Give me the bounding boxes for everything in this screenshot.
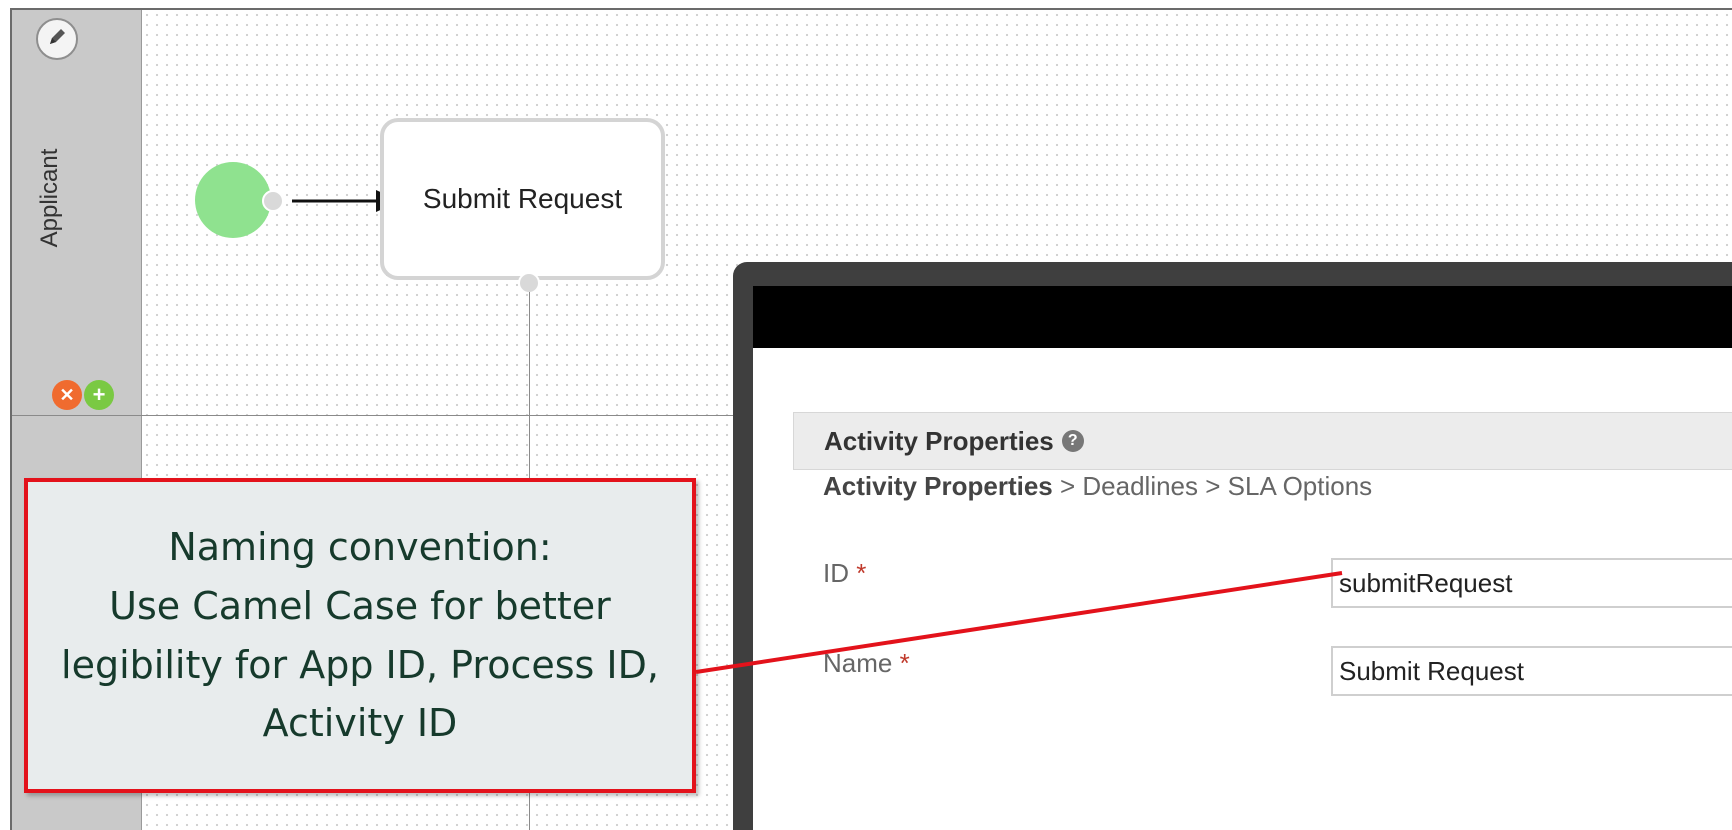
section-header: Activity Properties ? — [793, 412, 1732, 470]
activity-submit-request[interactable]: Submit Request — [380, 118, 665, 280]
annotation-callout: Naming convention: Use Camel Case for be… — [24, 478, 696, 793]
breadcrumb: Activity Properties > Deadlines > SLA Op… — [823, 471, 1372, 502]
plus-icon: + — [92, 382, 106, 407]
activity-properties-dialog: Activity Properties ? Activity Propertie… — [733, 262, 1732, 830]
required-mark: * — [899, 648, 910, 678]
breadcrumb-current[interactable]: Activity Properties — [823, 471, 1053, 501]
start-event-port[interactable] — [262, 190, 284, 212]
activity-port[interactable] — [518, 272, 540, 294]
activity-label: Submit Request — [422, 183, 623, 214]
pencil-icon — [46, 26, 68, 53]
callout-text: Naming convention: Use Camel Case for be… — [61, 524, 659, 746]
remove-lane-button[interactable]: ✕ — [52, 380, 82, 410]
section-title: Activity Properties — [824, 425, 1054, 456]
name-label-text: Name — [823, 648, 893, 678]
lane-split — [12, 415, 142, 416]
edit-lane-button[interactable] — [36, 18, 78, 60]
dialog-titlebar[interactable] — [753, 286, 1732, 348]
dialog-body: Activity Properties ? Activity Propertie… — [753, 348, 1732, 830]
lane-label: Applicant — [36, 148, 63, 248]
add-lane-button[interactable]: + — [84, 380, 114, 410]
start-event[interactable] — [195, 162, 271, 238]
required-mark: * — [856, 558, 867, 588]
name-input[interactable] — [1331, 646, 1732, 696]
close-icon: ✕ — [59, 385, 75, 405]
question-circle-icon[interactable]: ? — [1061, 430, 1084, 452]
breadcrumb-rest[interactable]: > Deadlines > SLA Options — [1053, 471, 1372, 501]
id-label-text: ID — [823, 558, 849, 588]
id-input[interactable] — [1331, 558, 1732, 608]
name-field-label: Name * — [823, 648, 910, 679]
id-field-label: ID * — [823, 558, 866, 589]
